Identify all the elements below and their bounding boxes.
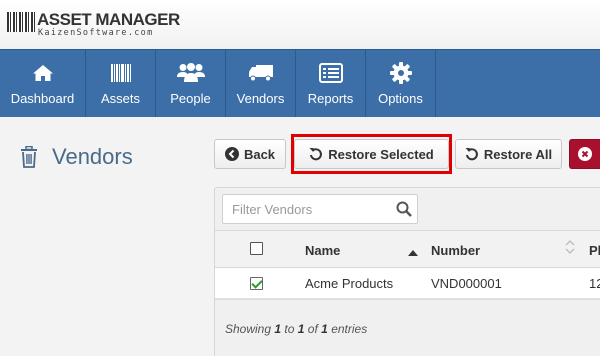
restore-all-label: Restore All	[483, 146, 553, 162]
nav-label: Dashboard	[10, 91, 75, 106]
info-from: 1	[274, 322, 282, 336]
table-info: Showing 1 to 1 of 1 entries	[225, 322, 367, 336]
page-title: Vendors	[52, 144, 133, 169]
undo-icon	[465, 147, 479, 161]
vendor-number-cell: VND000001	[431, 276, 502, 291]
undo-icon	[309, 147, 323, 161]
logo-subtitle: KaizenSoftware.com	[38, 28, 154, 38]
times-circle-icon	[578, 147, 592, 161]
main-nav: Dashboard Assets People Vendors Reports …	[0, 49, 600, 117]
filter-vendors-input[interactable]	[223, 195, 393, 223]
nav-item-vendors[interactable]: Vendors	[226, 50, 296, 117]
trash-icon	[20, 145, 38, 168]
page-heading: Vendors	[20, 142, 133, 172]
nav-label: Assets	[100, 91, 140, 106]
sort-both-icon	[565, 240, 575, 259]
info-prefix: Showing	[225, 322, 272, 336]
app-header: ASSET MANAGER KaizenSoftware.com	[0, 0, 600, 49]
back-label: Back	[243, 146, 276, 162]
sort-asc-icon	[408, 243, 418, 261]
nav-item-assets[interactable]: Assets	[86, 50, 156, 117]
users-icon	[156, 62, 225, 84]
column-header-name[interactable]: Name	[305, 243, 340, 258]
arrow-circle-left-icon	[224, 147, 239, 161]
nav-label: Reports	[307, 91, 354, 106]
list-icon	[296, 62, 365, 84]
search-icon[interactable]	[396, 201, 412, 222]
table-footer: Showing 1 to 1 of 1 entries	[215, 299, 600, 356]
vendor-name-cell: Acme Products	[305, 276, 394, 291]
table-header: Name Number Ph	[215, 230, 600, 268]
nav-label: Options	[378, 91, 423, 106]
vendors-table-panel: Name Number Ph Acme Products VND000001 1…	[214, 187, 600, 356]
logo-title: ASSET MANAGER	[37, 10, 180, 29]
truck-icon	[226, 62, 295, 84]
nav-label: People	[170, 91, 211, 106]
info-to-word: to	[284, 322, 295, 336]
gear-icon	[366, 62, 435, 84]
info-of-word: of	[307, 322, 318, 336]
info-total: 1	[321, 322, 328, 336]
barcode-icon	[86, 62, 155, 84]
barcode-logo-icon	[7, 12, 35, 32]
restore-all-button[interactable]: Restore All	[455, 139, 562, 169]
nav-item-options[interactable]: Options	[366, 50, 436, 117]
row-checkbox[interactable]	[250, 277, 263, 290]
table-row[interactable]: Acme Products VND000001 12	[215, 268, 600, 299]
nav-item-reports[interactable]: Reports	[296, 50, 366, 117]
home-icon	[0, 62, 85, 84]
column-header-phone[interactable]: Ph	[589, 243, 600, 258]
nav-item-dashboard[interactable]: Dashboard	[0, 50, 86, 117]
app-logo[interactable]: ASSET MANAGER KaizenSoftware.com	[7, 10, 180, 39]
restore-selected-label: Restore Selected	[328, 146, 434, 162]
vendor-phone-cell: 12	[589, 276, 600, 291]
filter-box	[222, 194, 418, 224]
info-suffix: entries	[331, 322, 368, 336]
delete-button[interactable]	[569, 139, 600, 169]
nav-item-people[interactable]: People	[156, 50, 226, 117]
select-all-checkbox[interactable]	[250, 242, 263, 255]
column-header-number[interactable]: Number	[431, 243, 480, 258]
back-button[interactable]: Back	[214, 139, 286, 169]
restore-selected-button[interactable]: Restore Selected	[294, 139, 449, 169]
info-to: 1	[297, 322, 305, 336]
nav-label: Vendors	[236, 91, 285, 106]
